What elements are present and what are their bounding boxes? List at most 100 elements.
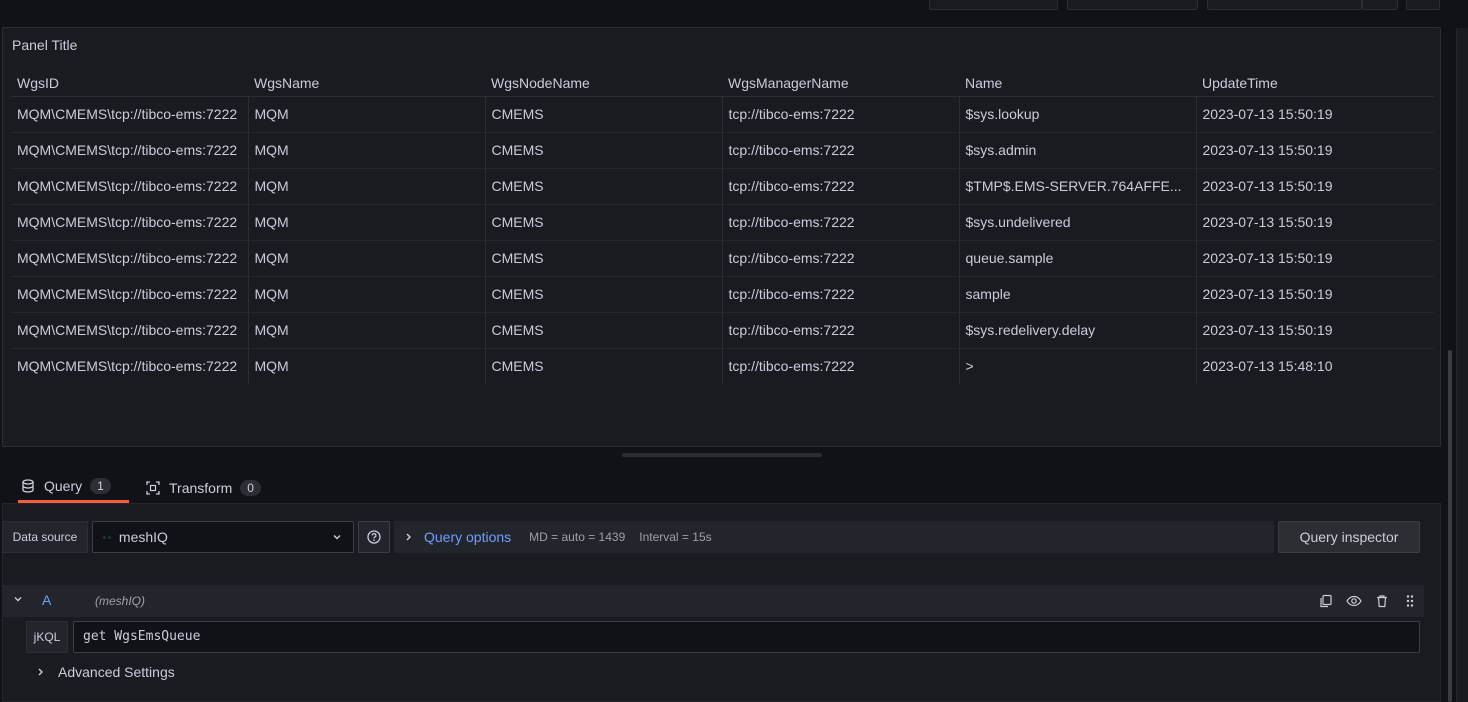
table-cell: MQM [247, 276, 485, 313]
table-cell: > [958, 348, 1196, 384]
table-cell: tcp://tibco-ems:7222 [721, 276, 959, 313]
toolbar-segmented-control[interactable] [1067, 0, 1198, 10]
refresh-button[interactable] [1406, 0, 1440, 10]
database-icon [20, 478, 36, 494]
table-row: MQM\CMEMS\tcp://tibco-ems:7222 MQM CMEMS tc… [11, 132, 1434, 169]
column-header[interactable]: Name [959, 70, 1196, 97]
table-cell: CMEMS [484, 168, 722, 205]
tab-transform[interactable]: Transform 0 [145, 472, 275, 503]
table-cell: tcp://tibco-ems:7222 [721, 96, 959, 133]
editor-tabs: Query 1 Transform 0 [2, 472, 1441, 504]
data-source-picker[interactable]: ◦ ◦ meshIQ [92, 521, 354, 553]
tab-query[interactable]: Query 1 [18, 472, 129, 503]
table-cell: MQM [247, 132, 485, 169]
table-cell: CMEMS [484, 204, 722, 241]
question-circle-icon [367, 530, 381, 544]
table-cell: 2023-07-13 15:50:19 [1195, 168, 1434, 205]
table-cell: $sys.admin [958, 132, 1196, 169]
table-cell: CMEMS [484, 132, 722, 169]
meshiq-logo-icon: ◦ ◦ [103, 532, 111, 542]
tab-count-badge: 1 [90, 478, 111, 494]
tab-count-badge: 0 [240, 479, 261, 496]
table-row: MQM\CMEMS\tcp://tibco-ems:7222 MQM CMEMS tc… [11, 312, 1434, 349]
max-data-points-info: MD = auto = 1439 [529, 530, 626, 544]
table-cell: tcp://tibco-ems:7222 [721, 240, 959, 277]
table-cell: MQM\CMEMS\tcp://tibco-ems:7222 [11, 168, 248, 205]
time-range-picker[interactable] [1207, 0, 1362, 10]
zoom-out-button[interactable] [1362, 0, 1398, 10]
table-cell: tcp://tibco-ems:7222 [721, 348, 959, 384]
table-row: MQM\CMEMS\tcp://tibco-ems:7222 MQM CMEMS tc… [11, 204, 1434, 241]
drag-handle-icon[interactable] [1402, 593, 1418, 609]
tab-label: Query [44, 478, 83, 494]
table-cell: MQM\CMEMS\tcp://tibco-ems:7222 [11, 276, 248, 313]
top-toolbar [0, 0, 1468, 12]
column-header[interactable]: WgsName [248, 70, 485, 97]
table-cell: 2023-07-13 15:50:19 [1195, 96, 1434, 133]
table-cell: tcp://tibco-ems:7222 [721, 168, 959, 205]
advanced-settings-toggle[interactable]: Advanced Settings [36, 664, 175, 680]
query-inspector-button[interactable]: Query inspector [1278, 521, 1420, 553]
transform-icon [145, 480, 161, 496]
eye-icon[interactable] [1346, 593, 1362, 609]
table-cell: $TMP$.EMS-SERVER.764AFFE... [958, 168, 1196, 205]
table-cell: sample [958, 276, 1196, 313]
query-options-toggle[interactable]: Query options MD = auto = 1439 Interval … [394, 521, 1274, 553]
panel-title[interactable]: Panel Title [12, 37, 77, 53]
data-table: WgsID WgsName WgsNodeName WgsManagerName… [11, 70, 1434, 384]
table-cell: 2023-07-13 15:50:19 [1195, 240, 1434, 277]
table-cell: tcp://tibco-ems:7222 [721, 132, 959, 169]
table-cell: CMEMS [484, 240, 722, 277]
table-cell: CMEMS [484, 348, 722, 384]
query-datasource-name: (meshIQ) [95, 594, 146, 608]
table-cell: CMEMS [484, 276, 722, 313]
chevron-right-icon [36, 666, 46, 678]
table-cell: $sys.undelivered [958, 204, 1196, 241]
table-cell: MQM\CMEMS\tcp://tibco-ems:7222 [17, 358, 238, 375]
interval-info: Interval = 15s [639, 530, 712, 544]
table-row: MQM\CMEMS\tcp://tibco-ems:7222 MQM CMEMS tc… [11, 240, 1434, 277]
duplicate-query-icon[interactable] [1318, 593, 1334, 609]
table-cell: MQM [247, 96, 485, 133]
right-sidebar-edge [1456, 28, 1468, 702]
table-cell: 2023-07-13 15:50:19 [1195, 312, 1434, 349]
table-cell: MQM [247, 168, 485, 205]
table-cell: 2023-07-13 15:50:19 [1195, 204, 1434, 241]
table-cell: 2023-07-13 15:50:19 [1195, 132, 1434, 169]
tab-label: Transform [169, 479, 233, 496]
table-cell: MQM [247, 204, 485, 241]
advanced-settings-label: Advanced Settings [58, 664, 175, 680]
table-row: MQM\CMEMS\tcp://tibco-ems:7222 MQM CMEMS tc… [11, 348, 1434, 384]
column-header[interactable]: WgsID [11, 70, 248, 97]
table-cell: $sys.lookup [958, 96, 1196, 133]
scrollbar-thumb[interactable] [1448, 350, 1452, 702]
column-header[interactable]: WgsNodeName [485, 70, 722, 97]
jkql-query-input[interactable]: get WgsEmsQueue [73, 621, 1420, 653]
table-cell: MQM\CMEMS\tcp://tibco-ems:7222 [11, 132, 248, 169]
table-cell: MQM\CMEMS\tcp://tibco-ems:7222 [11, 96, 248, 133]
table-cell: MQM\CMEMS\tcp://tibco-ems:7222 [11, 240, 248, 277]
table-cell: MQM\CMEMS\tcp://tibco-ems:7222 [11, 312, 248, 349]
data-source-help-button[interactable] [358, 521, 390, 553]
chevron-right-icon [404, 531, 414, 543]
scrollbar[interactable] [1444, 0, 1456, 702]
trash-icon[interactable] [1374, 593, 1390, 609]
collapse-chevron-icon[interactable] [12, 593, 24, 605]
column-header[interactable]: UpdateTime [1196, 70, 1434, 97]
toolbar-toggle-control[interactable] [929, 0, 1058, 10]
table-cell: $sys.redelivery.delay [958, 312, 1196, 349]
chevron-down-icon [331, 531, 343, 543]
data-source-selected: meshIQ [118, 529, 168, 545]
column-header[interactable]: WgsManagerName [722, 70, 959, 97]
query-row-header: A (meshIQ) [2, 585, 1424, 617]
query-ref-id[interactable]: A [42, 592, 51, 608]
table-cell: CMEMS [484, 312, 722, 349]
query-options-link[interactable]: Query options [424, 529, 511, 545]
table-header-row: WgsID WgsName WgsNodeName WgsManagerName… [11, 70, 1434, 97]
table-cell: MQM [247, 348, 485, 384]
panel-resize-handle[interactable] [622, 453, 822, 457]
panel: Panel Title WgsID WgsName WgsNodeName Wg… [2, 27, 1441, 447]
query-row-actions [1318, 593, 1418, 609]
table-cell: CMEMS [484, 96, 722, 133]
table-cell: tcp://tibco-ems:7222 [721, 312, 959, 349]
